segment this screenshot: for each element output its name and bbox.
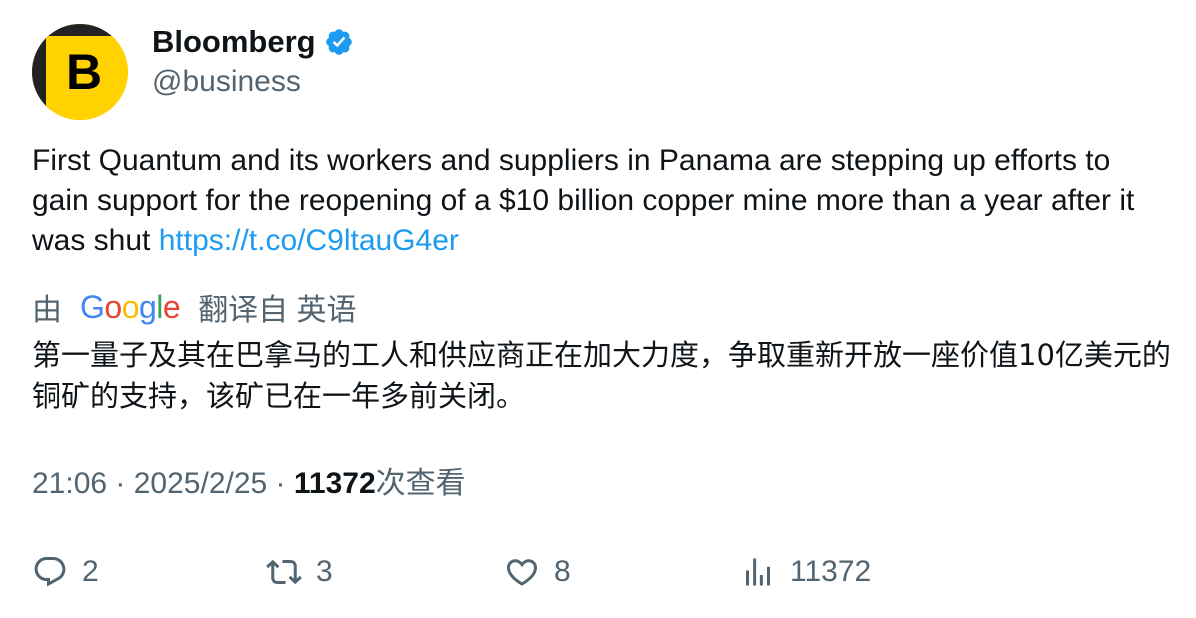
meta-separator: ·: [107, 467, 134, 500]
author-handle[interactable]: @business: [152, 62, 301, 102]
reply-count: 2: [82, 555, 99, 588]
retweet-count: 3: [316, 555, 333, 588]
reply-button[interactable]: 2: [32, 552, 99, 592]
view-count: 11372: [293, 467, 376, 500]
tweet-date[interactable]: 2025/2/25: [134, 464, 267, 504]
author-name[interactable]: Bloomberg: [152, 22, 354, 62]
translation-prefix: 由: [32, 294, 62, 327]
analytics-icon: [746, 558, 770, 586]
tweet-meta: 21:06 · 2025/2/25 · 11372 次查看: [32, 464, 466, 504]
avatar[interactable]: B: [32, 24, 128, 120]
like-count: 8: [554, 555, 571, 588]
like-button[interactable]: 8: [504, 552, 571, 592]
views-button[interactable]: 11372: [740, 552, 871, 592]
translation-attribution: 由 G o o g l e 翻译自 英语: [32, 287, 357, 328]
heart-icon: [506, 559, 538, 586]
tweet-actions: 2 3 8 11372: [0, 552, 1196, 592]
view-count-label: 次查看: [375, 467, 466, 500]
retweet-button[interactable]: 3: [266, 552, 333, 592]
tweet-time[interactable]: 21:06: [32, 464, 107, 504]
retweet-icon: [266, 559, 302, 585]
google-logo-letter: g: [138, 288, 157, 325]
reply-icon: [34, 557, 66, 587]
google-logo-letter: o: [121, 288, 140, 325]
translation-suffix: 翻译自 英语: [198, 294, 357, 327]
google-logo-letter: e: [162, 288, 181, 325]
tweet-text: First Quantum and its workers and suppli…: [32, 141, 1172, 261]
views-count: 11372: [790, 555, 872, 588]
avatar-letter: B: [65, 44, 103, 100]
google-logo-letter: o: [104, 288, 122, 325]
google-logo-letter: l: [156, 288, 163, 325]
author-name-text[interactable]: Bloomberg: [152, 22, 316, 62]
google-logo: G o o g l e: [80, 288, 181, 326]
google-logo-letter: G: [80, 288, 105, 325]
translated-text: 第一量子及其在巴拿马的工人和供应商正在加大力度，争取重新开放一座价值10亿美元的…: [32, 338, 1171, 413]
tweet-link[interactable]: https://t.co/C9ltauG4er: [159, 224, 459, 257]
meta-separator: ·: [267, 467, 294, 500]
verified-badge-icon: [325, 29, 352, 55]
tweet-card: B Bloomberg @business First Quantum and …: [0, 0, 1196, 618]
